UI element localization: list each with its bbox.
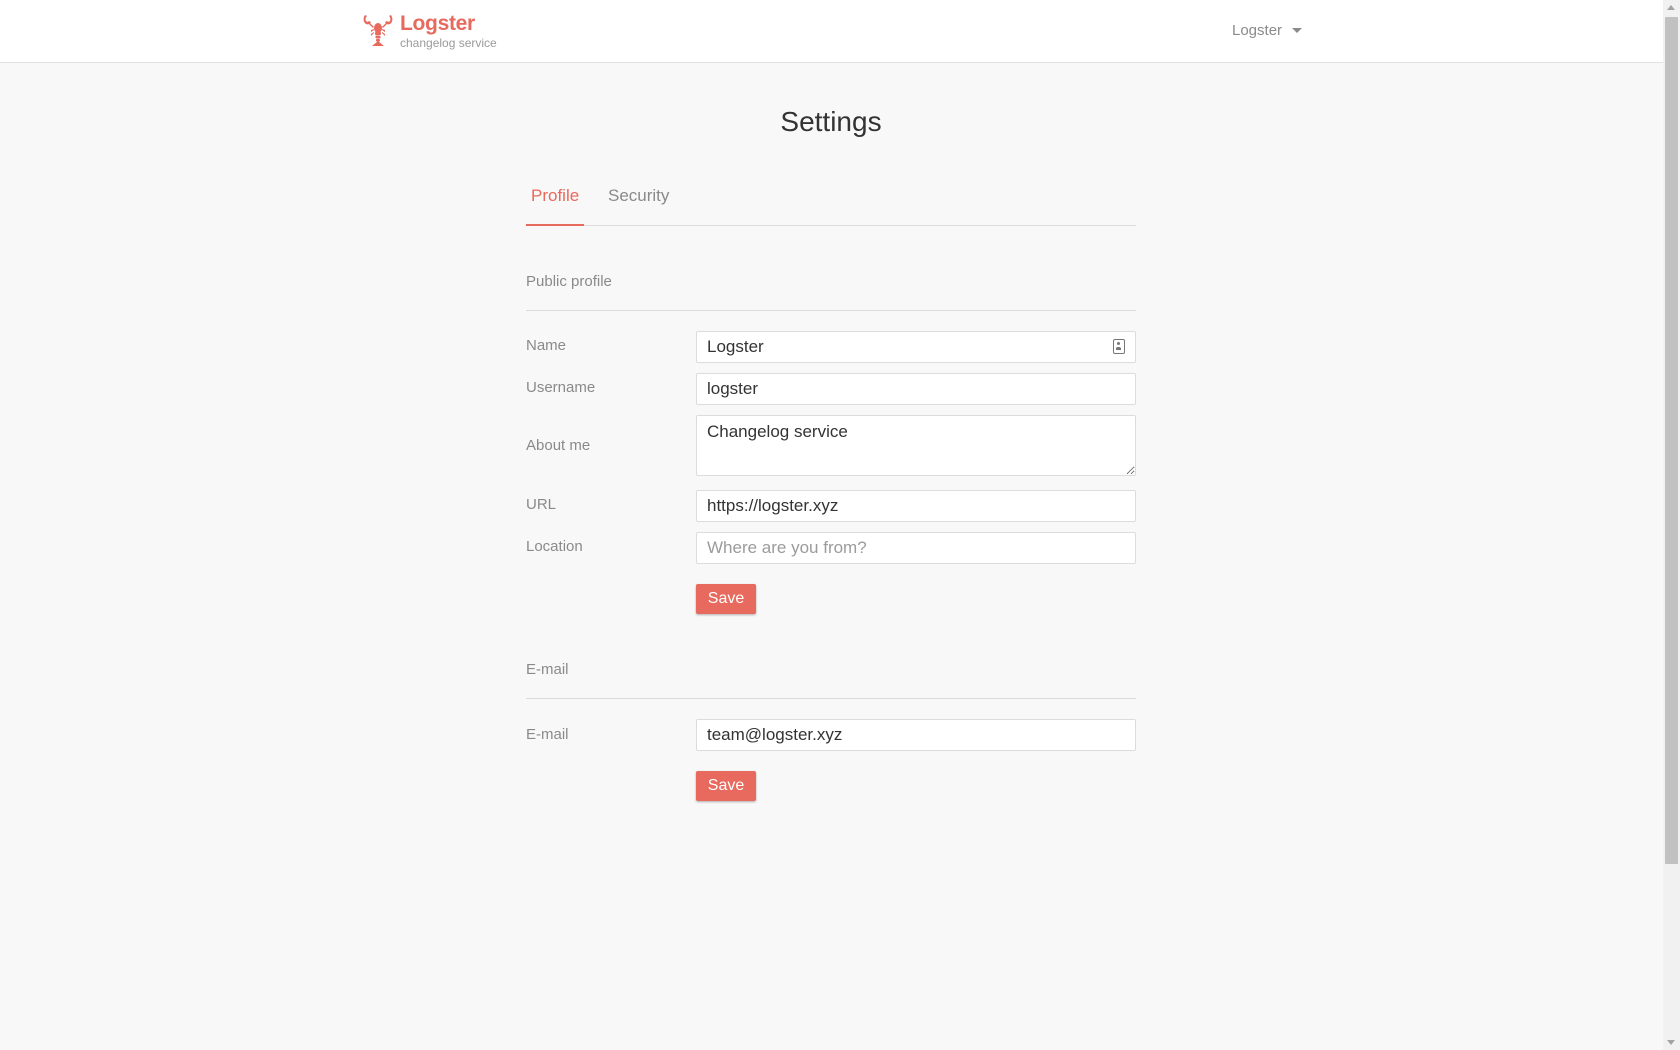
url-input[interactable] [696, 490, 1136, 522]
brand-text: Logster changelog service [400, 13, 497, 51]
brand-name: Logster [400, 12, 475, 35]
email-input[interactable] [696, 719, 1136, 751]
tab-security[interactable]: Security [603, 178, 674, 226]
user-menu-label: Logster [1232, 21, 1283, 39]
tab-profile[interactable]: Profile [526, 178, 585, 226]
url-label: URL [526, 496, 557, 513]
scrollbar-thumb[interactable] [1665, 17, 1678, 864]
location-input[interactable] [696, 532, 1136, 564]
brand-home-link[interactable]: Logster changelog service [362, 13, 497, 51]
section-divider [526, 310, 1136, 311]
settings-tabs: Profile Security [526, 178, 1136, 226]
username-label: Username [526, 379, 596, 396]
caret-down-icon [1292, 27, 1303, 33]
page-title: Settings [780, 106, 882, 137]
brand-tagline: changelog service [400, 36, 497, 50]
scroll-up-arrow-icon[interactable] [1667, 5, 1675, 10]
username-input[interactable] [696, 373, 1136, 405]
public-profile-heading: Public profile [526, 273, 612, 290]
scroll-down-arrow-icon[interactable] [1667, 1040, 1675, 1045]
contact-card-icon[interactable] [1113, 339, 1125, 354]
section-divider [526, 698, 1136, 699]
location-label: Location [526, 538, 583, 555]
save-email-button[interactable]: Save [696, 771, 756, 801]
vertical-scrollbar[interactable] [1663, 0, 1680, 1050]
user-menu-dropdown[interactable]: Logster [1232, 20, 1303, 40]
name-input[interactable] [696, 331, 1136, 363]
about-me-label: About me [526, 437, 591, 454]
email-section-heading: E-mail [526, 661, 569, 678]
save-profile-button[interactable]: Save [696, 584, 756, 614]
top-navbar: Logster changelog service Logster [0, 0, 1663, 63]
lobster-icon [363, 15, 393, 46]
email-label: E-mail [526, 726, 569, 743]
name-label: Name [526, 337, 567, 354]
about-me-textarea[interactable]: Changelog service [696, 415, 1136, 476]
